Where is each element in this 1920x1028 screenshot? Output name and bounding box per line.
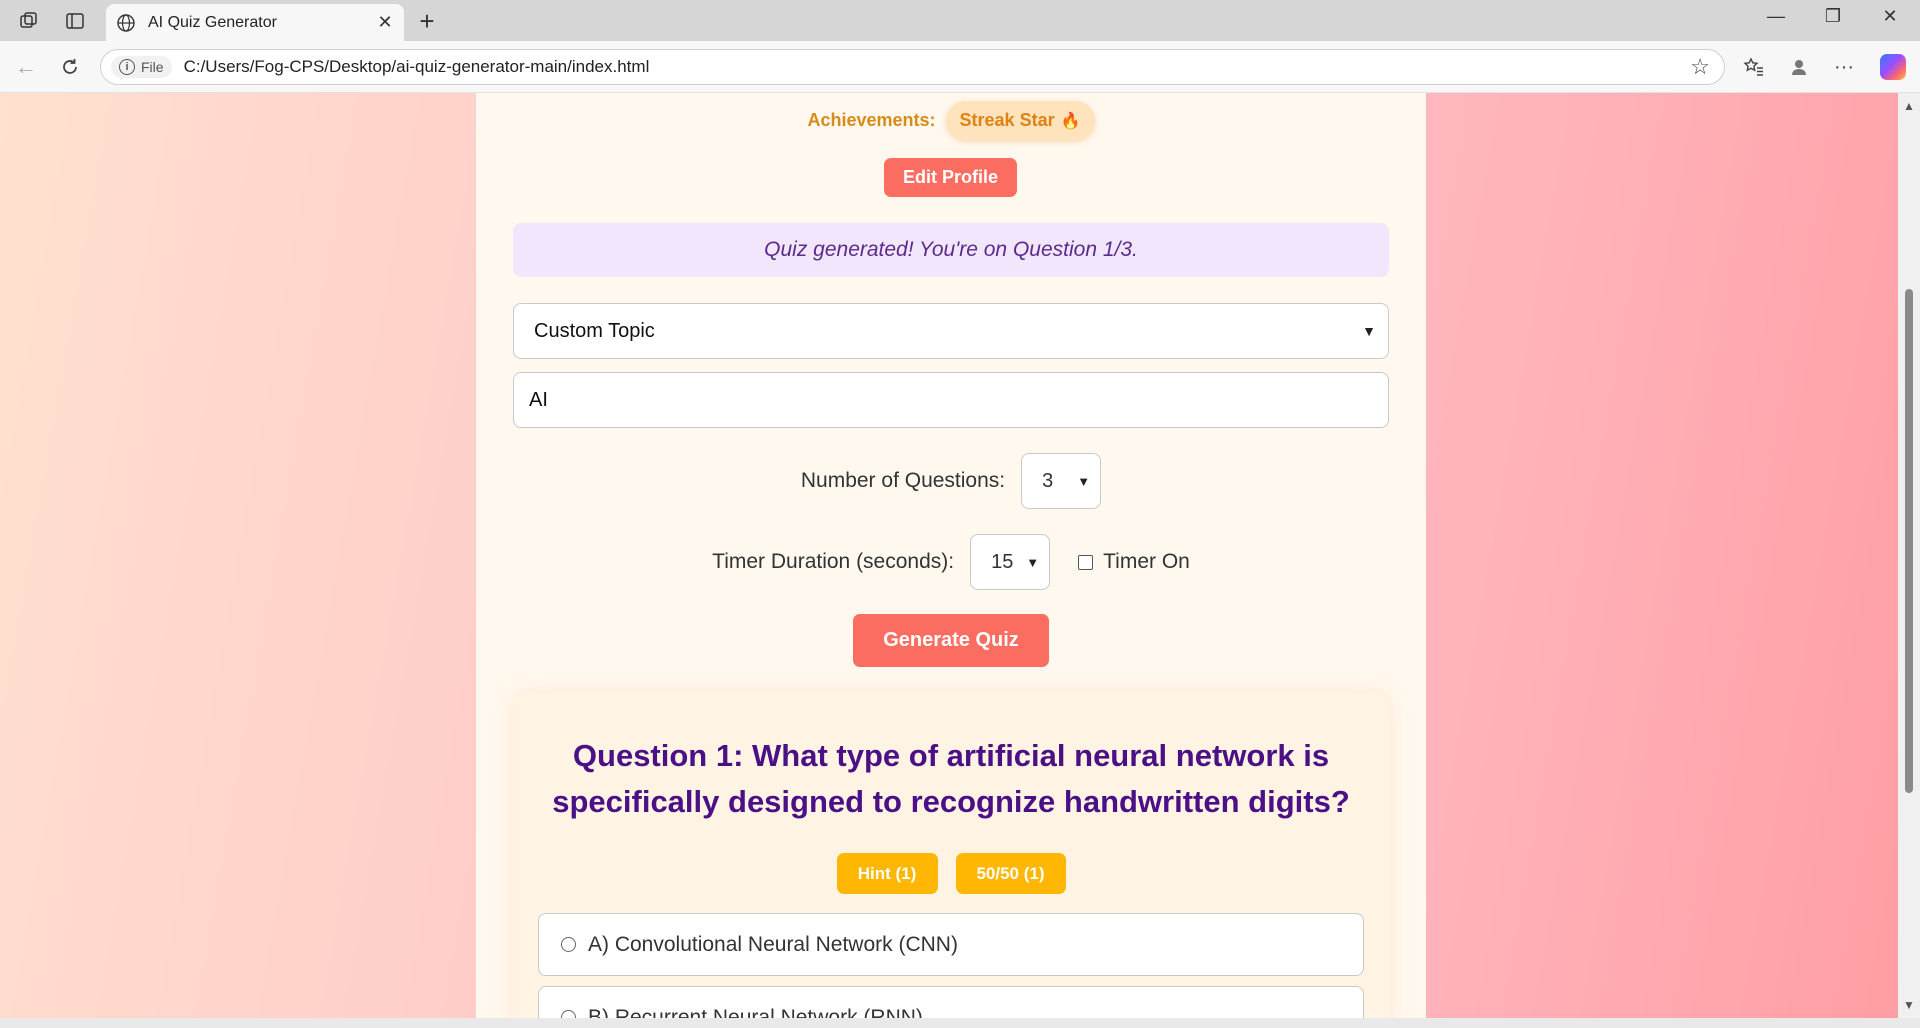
answer-option-b[interactable]: B) Recurrent Neural Network (RNN) xyxy=(538,986,1364,1018)
timer-on-checkbox[interactable] xyxy=(1078,554,1094,570)
globe-icon xyxy=(116,13,136,33)
minimize-icon[interactable]: — xyxy=(1756,6,1796,27)
question-title: Question 1: What type of artificial neur… xyxy=(552,738,1350,819)
timer-on-label: Timer On xyxy=(1103,550,1190,573)
page-scrollbar[interactable]: ▲ ▼ xyxy=(1898,93,1920,1018)
tab-title: AI Quiz Generator xyxy=(148,13,277,31)
browser-tab-bar: AI Quiz Generator ✕ + — ❐ ✕ xyxy=(0,0,1920,41)
topic-select[interactable]: Custom Topic ▼ xyxy=(513,303,1389,359)
status-message: Quiz generated! You're on Question 1/3. xyxy=(513,223,1389,277)
topic-select-value: Custom Topic xyxy=(534,319,655,342)
url-scheme-label: File xyxy=(141,59,164,75)
timer-duration-select[interactable]: 15 ▼ xyxy=(970,534,1051,590)
favorite-star-icon[interactable]: ☆ xyxy=(1690,54,1710,80)
new-tab-icon[interactable]: + xyxy=(412,6,442,37)
back-icon[interactable]: ← xyxy=(12,53,40,81)
site-info-button[interactable]: i File xyxy=(111,56,172,78)
question-card: Question 1: What type of artificial neur… xyxy=(513,693,1389,1018)
quiz-container: Achievements: Streak Star 🔥 Edit Profile… xyxy=(476,93,1426,1018)
achievement-badge: Streak Star 🔥 xyxy=(945,101,1095,140)
profile-icon[interactable] xyxy=(1783,53,1815,81)
scrollbar-thumb[interactable] xyxy=(1905,289,1913,793)
radio-button[interactable] xyxy=(561,937,576,952)
scroll-down-icon[interactable]: ▼ xyxy=(1903,998,1915,1012)
browser-toolbar: ← i File C:/Users/Fog-CPS/Desktop/ai-qui… xyxy=(0,41,1920,93)
url-text[interactable]: C:/Users/Fog-CPS/Desktop/ai-quiz-generat… xyxy=(184,57,1691,77)
achievements-row: Achievements: Streak Star 🔥 xyxy=(476,101,1426,140)
timer-duration-value: 15 xyxy=(991,550,1014,573)
custom-topic-input[interactable]: AI xyxy=(513,372,1389,428)
radio-button[interactable] xyxy=(561,1010,576,1018)
num-questions-label: Number of Questions: xyxy=(800,469,1006,492)
num-questions-row: Number of Questions: 3 ▼ xyxy=(476,453,1426,509)
answer-option-label: A) Convolutional Neural Network (CNN) xyxy=(588,932,958,956)
browser-tab-active[interactable]: AI Quiz Generator ✕ xyxy=(106,4,404,41)
window-close-icon[interactable]: ✕ xyxy=(1870,6,1910,27)
copilot-icon[interactable] xyxy=(1877,53,1909,81)
restore-icon[interactable]: ❐ xyxy=(1813,6,1853,27)
hint-button[interactable]: Hint (1) xyxy=(836,853,938,894)
window-bottom-edge xyxy=(0,1018,1920,1028)
generate-quiz-button[interactable]: Generate Quiz xyxy=(853,614,1049,667)
num-questions-select[interactable]: 3 ▼ xyxy=(1021,453,1102,509)
address-bar[interactable]: i File C:/Users/Fog-CPS/Desktop/ai-quiz-… xyxy=(100,49,1725,85)
vertical-tabs-icon[interactable] xyxy=(62,8,88,34)
chevron-down-icon: ▼ xyxy=(1026,554,1040,570)
page-viewport: Achievements: Streak Star 🔥 Edit Profile… xyxy=(0,93,1920,1018)
timer-duration-label: Timer Duration (seconds): xyxy=(712,550,955,573)
chevron-down-icon: ▼ xyxy=(1362,323,1376,339)
answer-option-label: B) Recurrent Neural Network (RNN) xyxy=(588,1005,923,1019)
fire-icon: 🔥 xyxy=(1060,112,1081,130)
info-icon: i xyxy=(119,59,135,75)
workspaces-icon[interactable] xyxy=(16,8,42,34)
chevron-down-icon: ▼ xyxy=(1077,473,1091,489)
edit-profile-button[interactable]: Edit Profile xyxy=(884,158,1017,197)
num-questions-value: 3 xyxy=(1042,469,1054,492)
refresh-icon[interactable] xyxy=(56,53,84,81)
tab-close-icon[interactable]: ✕ xyxy=(374,12,396,33)
favorites-icon[interactable] xyxy=(1738,53,1770,81)
fifty-fifty-button[interactable]: 50/50 (1) xyxy=(955,853,1066,894)
achievement-badge-label: Streak Star xyxy=(959,110,1055,130)
answer-option-a[interactable]: A) Convolutional Neural Network (CNN) xyxy=(538,913,1364,976)
scroll-up-icon[interactable]: ▲ xyxy=(1903,99,1915,113)
more-options-icon[interactable]: ··· xyxy=(1828,53,1860,81)
timer-row: Timer Duration (seconds): 15 ▼ Timer On xyxy=(476,534,1426,590)
achievements-label: Achievements: xyxy=(807,110,936,130)
custom-topic-value: AI xyxy=(529,388,548,411)
lifeline-buttons: Hint (1) 50/50 (1) xyxy=(513,853,1389,894)
